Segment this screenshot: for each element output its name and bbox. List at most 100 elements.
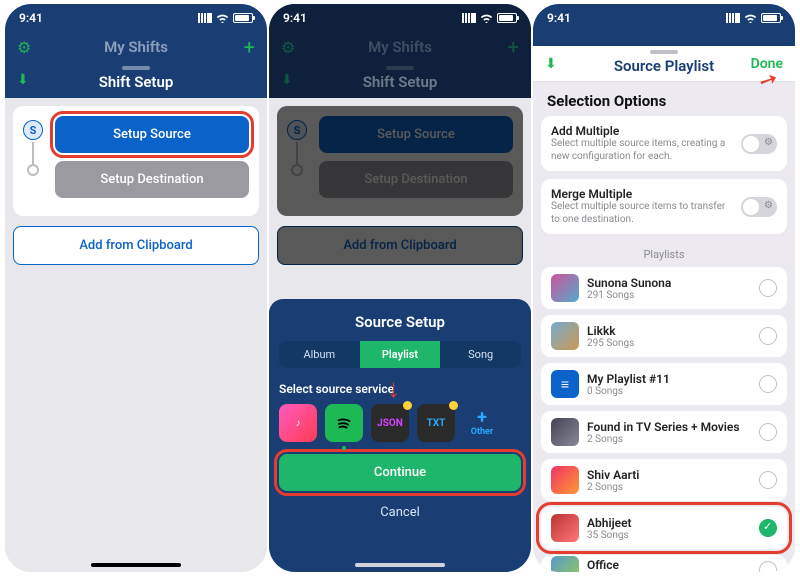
signal-icon (198, 13, 212, 23)
sheet-header: ⬇ Shift Setup (269, 62, 531, 98)
signal-icon (726, 13, 740, 23)
wifi-icon (216, 13, 229, 23)
status-bar: 9:41 (5, 4, 267, 32)
playlist-art-icon (551, 322, 579, 350)
type-segmented: Album Playlist Song (279, 341, 521, 368)
wifi-icon (744, 13, 757, 23)
select-radio[interactable] (759, 423, 777, 441)
tab-song[interactable]: Song (440, 341, 521, 368)
screen-source-setup: 9:41 ⚙ My Shifts + ⬇ Shift Setup S Setup… (269, 4, 531, 572)
playlist-name: Likkk (587, 324, 751, 338)
battery-icon (761, 13, 781, 23)
playlist-row[interactable]: ≡ My Playlist #110 Songs (541, 363, 787, 405)
playlist-art-icon (551, 514, 579, 542)
flow-card: S Setup Source Setup Destination (277, 106, 523, 216)
wifi-icon (480, 13, 493, 23)
playlist-row[interactable]: Shiv Aarti2 Songs (541, 459, 787, 501)
home-indicator[interactable] (355, 563, 445, 567)
sheet-title: Shift Setup (99, 73, 174, 91)
select-radio[interactable] (759, 327, 777, 345)
sheet-grabber[interactable] (122, 66, 150, 70)
playlist-sub: 5 Songs (587, 572, 751, 573)
select-radio[interactable] (759, 561, 777, 572)
battery-icon (497, 13, 517, 23)
source-dot-icon: S (287, 120, 307, 140)
service-row: ♪ JSON TXT + Other (279, 404, 521, 442)
screen-shift-setup: 9:41 ⚙ My Shifts + ⬇ Shift Setup S Setup… (5, 4, 267, 572)
setup-destination-button[interactable]: Setup Destination (55, 161, 249, 198)
signal-icon (462, 13, 476, 23)
sheet-grabber[interactable] (650, 50, 678, 54)
nav-bar-dimmed (533, 32, 795, 46)
playlist-name: Abhijeet (587, 516, 751, 530)
plus-icon: + (477, 409, 487, 427)
export-icon: ⬇ (281, 72, 293, 88)
flow-line (296, 142, 298, 166)
status-bar: 9:41 (533, 4, 795, 32)
status-time: 9:41 (19, 11, 43, 25)
select-radio[interactable] (759, 279, 777, 297)
playlist-sub: 2 Songs (587, 482, 751, 493)
select-radio[interactable] (759, 375, 777, 393)
playlist-sub: 35 Songs (587, 530, 751, 541)
export-icon[interactable]: ⬇ (545, 56, 557, 72)
setup-destination-button: Setup Destination (319, 161, 513, 198)
playlist-name: My Playlist #11 (587, 372, 751, 386)
playlist-row[interactable]: Sunona Sunona291 Songs (541, 267, 787, 309)
callout-arrow-icon: ↓ (387, 373, 400, 404)
export-icon[interactable]: ⬇ (17, 72, 29, 88)
sheet-grabber (386, 66, 414, 70)
sheet-header: ⬇ Shift Setup (5, 62, 267, 98)
service-json[interactable]: JSON (371, 404, 409, 442)
option-desc: Select multiple source items, creating a… (551, 138, 733, 163)
flow-line (32, 142, 34, 166)
option-desc: Select multiple source items to transfer… (551, 201, 733, 226)
service-txt[interactable]: TXT (417, 404, 455, 442)
playlist-row[interactable]: Found in TV Series + Movies2 Songs (541, 411, 787, 453)
flow-card: S Setup Source Setup Destination (13, 106, 259, 216)
toggle-add-multiple[interactable]: ⚙ (741, 134, 777, 154)
playlist-row-selected[interactable]: Abhijeet35 Songs (541, 507, 787, 549)
playlist-sub: 2 Songs (587, 434, 751, 445)
option-title: Add Multiple (551, 124, 733, 138)
playlist-art-icon (551, 466, 579, 494)
screen-body: S Setup Source Setup Destination Add fro… (5, 98, 267, 572)
gear-icon: ⚙ (764, 200, 773, 211)
service-apple-music[interactable]: ♪ (279, 404, 317, 442)
playlist-art-icon (551, 274, 579, 302)
option-title: Merge Multiple (551, 187, 733, 201)
select-radio[interactable] (759, 519, 777, 537)
settings-icon[interactable]: ⚙ (17, 38, 31, 57)
tab-album[interactable]: Album (279, 341, 360, 368)
playlist-name: Found in TV Series + Movies (587, 420, 751, 434)
playlists-header: Playlists (541, 242, 787, 267)
playlist-row[interactable]: Likkk295 Songs (541, 315, 787, 357)
setup-source-button: Setup Source (319, 116, 513, 153)
toggle-merge-multiple[interactable]: ⚙ (741, 197, 777, 217)
continue-button[interactable]: Continue (279, 454, 521, 491)
gear-icon: ⚙ (764, 137, 773, 148)
badge-dot-icon (403, 401, 412, 410)
home-indicator[interactable] (91, 563, 181, 567)
playlist-sub: 0 Songs (587, 386, 751, 397)
service-spotify[interactable] (325, 404, 363, 442)
status-time: 9:41 (547, 11, 571, 25)
service-label: Select source service (279, 382, 521, 396)
sheet-title: Source Setup (279, 313, 521, 331)
cancel-button[interactable]: Cancel (279, 497, 521, 528)
option-add-multiple: Add Multiple Select multiple source item… (541, 116, 787, 171)
setup-source-button[interactable]: Setup Source (55, 116, 249, 153)
nav-bar-dimmed: ⚙ My Shifts + (5, 32, 267, 62)
tab-playlist[interactable]: Playlist (360, 341, 441, 368)
section-title: Selection Options (541, 82, 787, 116)
playlist-row[interactable]: Office5 Songs (541, 555, 787, 572)
playlist-art-icon (551, 556, 579, 572)
playlist-sub: 291 Songs (587, 290, 751, 301)
service-other[interactable]: + Other (463, 404, 501, 442)
sheet-header: ⬇ Source Playlist Done ➚ (533, 46, 795, 82)
playlist-sub: 295 Songs (587, 338, 751, 349)
add-icon: + (508, 35, 519, 59)
select-radio[interactable] (759, 471, 777, 489)
add-icon[interactable]: + (244, 35, 255, 59)
add-from-clipboard-button[interactable]: Add from Clipboard (13, 226, 259, 265)
